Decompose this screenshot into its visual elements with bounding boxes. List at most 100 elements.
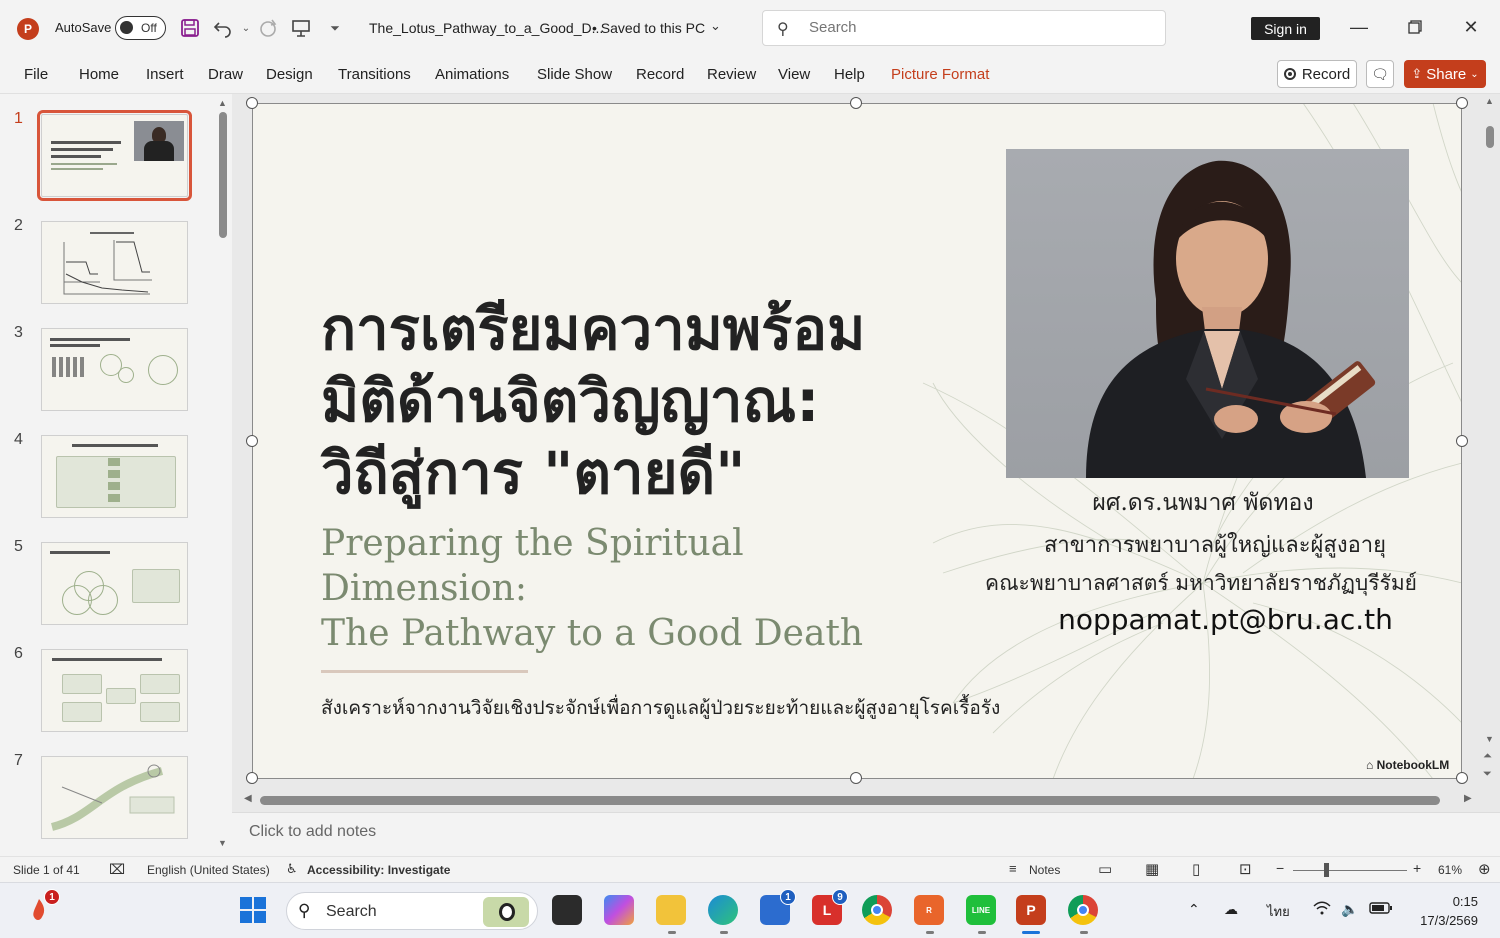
save-icon[interactable] bbox=[178, 16, 202, 40]
record-button[interactable]: Record bbox=[1277, 60, 1357, 88]
resize-handle[interactable] bbox=[246, 97, 258, 109]
copilot-icon[interactable] bbox=[604, 895, 634, 925]
author-email[interactable]: noppamat.pt@bru.ac.th bbox=[953, 603, 1462, 636]
slide-subtitle[interactable]: Preparing the Spiritual Dimension: The P… bbox=[321, 521, 961, 656]
tab-animations[interactable]: Animations bbox=[435, 66, 509, 83]
taskbar-search[interactable]: ⚲ Search bbox=[286, 892, 538, 930]
notes-pane[interactable]: Click to add notes bbox=[232, 812, 1500, 856]
slide-canvas[interactable]: การเตรียมความพร้อม มิติด้านจิตวิญญาณ: วิ… bbox=[253, 103, 1462, 779]
fit-to-window-icon[interactable]: ⊕ bbox=[1478, 860, 1491, 878]
scroll-down-icon[interactable]: ▼ bbox=[1485, 734, 1494, 744]
slide-thumbnail-5[interactable] bbox=[41, 542, 188, 625]
zoom-out-icon[interactable]: − bbox=[1276, 860, 1284, 876]
onedrive-icon[interactable]: ☁ bbox=[1224, 901, 1238, 918]
normal-view-icon[interactable]: ▭ bbox=[1098, 860, 1112, 878]
chrome-icon[interactable] bbox=[1068, 895, 1098, 925]
task-view-icon[interactable] bbox=[552, 895, 582, 925]
tab-picture-format[interactable]: Picture Format bbox=[891, 66, 989, 83]
slide-thumbnail-7[interactable] bbox=[41, 756, 188, 839]
search-input[interactable] bbox=[809, 19, 1109, 36]
slide-thumbnail-1[interactable] bbox=[37, 110, 192, 201]
chevron-down-icon[interactable]: ⌄ bbox=[710, 18, 721, 34]
scroll-thumb[interactable] bbox=[219, 112, 227, 238]
resize-handle[interactable] bbox=[246, 772, 258, 784]
slide-title[interactable]: การเตรียมความพร้อม มิติด้านจิตวิญญาณ: วิ… bbox=[321, 293, 961, 509]
tab-view[interactable]: View bbox=[778, 66, 810, 83]
scroll-right-icon[interactable]: ▶ bbox=[1464, 793, 1472, 804]
search-bar[interactable]: ⚲ bbox=[762, 10, 1166, 46]
redo-icon[interactable] bbox=[256, 16, 280, 40]
scroll-up-icon[interactable]: ▲ bbox=[218, 98, 227, 108]
minimize-icon[interactable]: — bbox=[1344, 12, 1374, 42]
scroll-left-icon[interactable]: ◀ bbox=[244, 793, 252, 804]
input-language[interactable]: ไทย bbox=[1267, 901, 1290, 922]
notes-toggle[interactable]: Notes bbox=[1029, 863, 1060, 877]
slide-sorter-icon[interactable]: ▦ bbox=[1145, 860, 1159, 878]
powerpoint-taskbar-icon[interactable]: P bbox=[1016, 895, 1046, 925]
slide-horizontal-scrollbar[interactable]: ◀ ▶ bbox=[240, 792, 1480, 808]
next-slide-icon[interactable]: ⏷ bbox=[1483, 768, 1492, 781]
speaker-photo[interactable] bbox=[1006, 149, 1409, 478]
tab-home[interactable]: Home bbox=[79, 66, 119, 83]
slide-caption[interactable]: สังเคราะห์จากงานวิจัยเชิงประจักษ์เพื่อกา… bbox=[321, 693, 1081, 723]
tab-insert[interactable]: Insert bbox=[146, 66, 184, 83]
author-faculty[interactable]: คณะพยาบาลศาสตร์ มหาวิทยาลัยราชภัฏบุรีรัม… bbox=[981, 567, 1421, 600]
zoom-slider[interactable] bbox=[1293, 870, 1407, 871]
widgets-icon[interactable]: 1 bbox=[24, 889, 60, 925]
line-icon[interactable]: LINE bbox=[966, 895, 996, 925]
author-name[interactable]: ผศ.ดร.นพมาศ พัดทอง bbox=[953, 485, 1453, 521]
resize-handle[interactable] bbox=[246, 435, 258, 447]
sign-in-button[interactable]: Sign in bbox=[1251, 17, 1320, 40]
undo-dropdown-icon[interactable]: ⌄ bbox=[234, 16, 258, 40]
slide-vertical-scrollbar[interactable]: ▲ ▼ ⏶ ⏷ bbox=[1482, 94, 1498, 794]
scroll-up-icon[interactable]: ▲ bbox=[1485, 96, 1494, 106]
slide-thumbnail-4[interactable] bbox=[41, 435, 188, 518]
chrome-icon[interactable] bbox=[862, 895, 892, 925]
l-app-icon[interactable]: L 9 bbox=[812, 889, 848, 925]
resize-handle[interactable] bbox=[1456, 772, 1468, 784]
tab-record[interactable]: Record bbox=[636, 66, 684, 83]
tab-design[interactable]: Design bbox=[266, 66, 313, 83]
zoom-level[interactable]: 61% bbox=[1438, 863, 1462, 877]
volume-icon[interactable]: 🔈 bbox=[1341, 901, 1358, 918]
slideshow-icon[interactable]: ⊡ bbox=[1239, 860, 1252, 878]
slide-thumbnail-6[interactable] bbox=[41, 649, 188, 732]
restore-icon[interactable] bbox=[1400, 12, 1430, 42]
tab-draw[interactable]: Draw bbox=[208, 66, 243, 83]
slide-thumbnail-2[interactable] bbox=[41, 221, 188, 304]
author-department[interactable]: สาขาการพยาบาลผู้ใหญ่และผู้สูงอายุ bbox=[965, 527, 1462, 562]
zoom-slider-thumb[interactable] bbox=[1324, 863, 1329, 877]
accessibility-icon[interactable]: ♿ bbox=[286, 861, 298, 877]
resize-handle[interactable] bbox=[1456, 435, 1468, 447]
undo-icon[interactable] bbox=[211, 16, 235, 40]
store-icon[interactable]: 1 bbox=[760, 889, 796, 925]
tab-transitions[interactable]: Transitions bbox=[338, 66, 411, 83]
document-title[interactable]: The_Lotus_Pathway_to_a_Good_D... bbox=[369, 20, 603, 36]
scroll-down-icon[interactable]: ▼ bbox=[218, 838, 227, 848]
start-icon[interactable] bbox=[238, 895, 268, 925]
system-clock[interactable]: 0:15 17/3/2569 bbox=[1408, 892, 1478, 930]
resize-handle[interactable] bbox=[1456, 97, 1468, 109]
spellcheck-icon[interactable]: ⌧ bbox=[109, 861, 125, 878]
close-icon[interactable]: ✕ bbox=[1456, 12, 1486, 42]
slide-thumbnail-3[interactable] bbox=[41, 328, 188, 411]
reading-view-icon[interactable]: ▯ bbox=[1192, 860, 1200, 878]
customize-icon[interactable]: ⏷ bbox=[323, 16, 347, 40]
share-button[interactable]: ⇪ Share ⌄ bbox=[1404, 60, 1486, 88]
battery-icon[interactable] bbox=[1369, 901, 1393, 918]
notes-placeholder[interactable]: Click to add notes bbox=[249, 823, 376, 841]
reader-icon[interactable]: R bbox=[914, 895, 944, 925]
file-explorer-icon[interactable] bbox=[656, 895, 686, 925]
comments-button[interactable]: 🗨 bbox=[1366, 60, 1394, 88]
resize-handle[interactable] bbox=[850, 772, 862, 784]
tab-slide-show[interactable]: Slide Show bbox=[537, 66, 612, 83]
previous-slide-icon[interactable]: ⏶ bbox=[1483, 750, 1492, 763]
tab-help[interactable]: Help bbox=[834, 66, 865, 83]
language-indicator[interactable]: English (United States) bbox=[147, 863, 270, 877]
zoom-in-icon[interactable]: + bbox=[1413, 860, 1421, 876]
save-status[interactable]: • Saved to this PC bbox=[592, 20, 705, 36]
scroll-thumb[interactable] bbox=[260, 796, 1440, 805]
thumbnail-scrollbar[interactable]: ▲ ▼ bbox=[218, 98, 228, 852]
accessibility-status[interactable]: Accessibility: Investigate bbox=[307, 863, 450, 877]
autosave-toggle[interactable]: Off bbox=[115, 16, 166, 40]
